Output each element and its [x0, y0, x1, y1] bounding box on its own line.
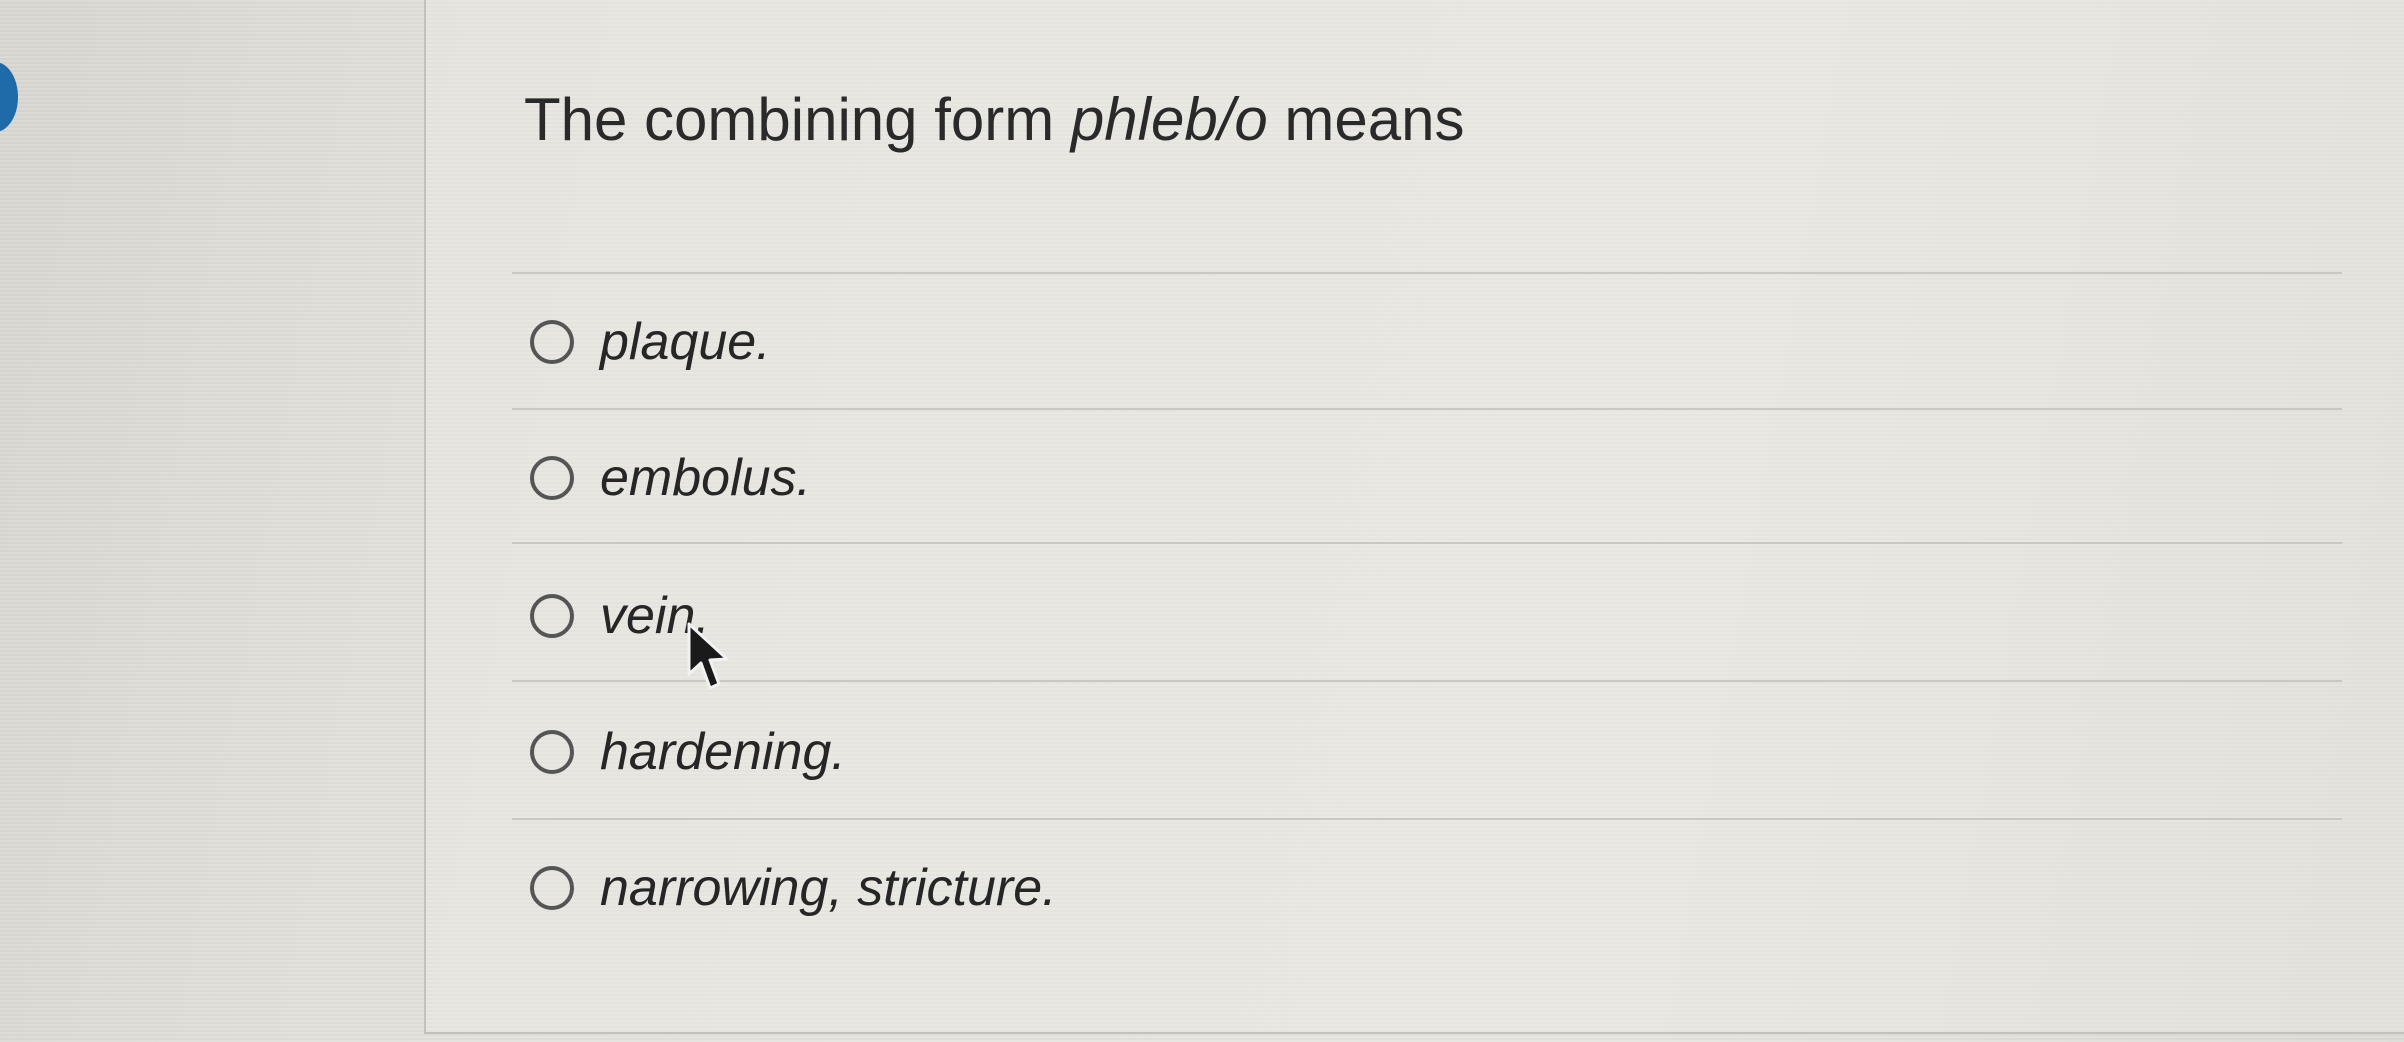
- option-narrowing-stricture[interactable]: narrowing, stricture.: [530, 848, 1057, 928]
- question-prefix: The combining form: [524, 86, 1071, 153]
- side-indicator: [0, 62, 18, 132]
- radio-unchecked-icon[interactable]: [530, 594, 574, 638]
- option-label: plaque.: [600, 313, 771, 371]
- divider: [512, 272, 2342, 274]
- option-label: embolus.: [600, 449, 811, 507]
- option-vein[interactable]: vein.: [530, 576, 710, 656]
- option-embolus[interactable]: embolus.: [530, 438, 811, 518]
- option-plaque[interactable]: plaque.: [530, 302, 771, 382]
- option-hardening[interactable]: hardening.: [530, 712, 846, 792]
- mouse-pointer-icon: [687, 622, 729, 690]
- radio-unchecked-icon[interactable]: [530, 456, 574, 500]
- option-label: narrowing, stricture.: [600, 859, 1057, 917]
- radio-unchecked-icon[interactable]: [530, 730, 574, 774]
- divider: [512, 408, 2342, 410]
- divider: [512, 680, 2342, 682]
- divider: [512, 542, 2342, 544]
- question-term: phleb/o: [1070, 86, 1268, 153]
- divider: [512, 818, 2342, 820]
- question-suffix: means: [1267, 86, 1465, 153]
- option-label: hardening.: [600, 723, 846, 781]
- radio-unchecked-icon[interactable]: [530, 320, 574, 364]
- question-text: The combining form phleb/o means: [524, 84, 1465, 156]
- radio-unchecked-icon[interactable]: [530, 866, 574, 910]
